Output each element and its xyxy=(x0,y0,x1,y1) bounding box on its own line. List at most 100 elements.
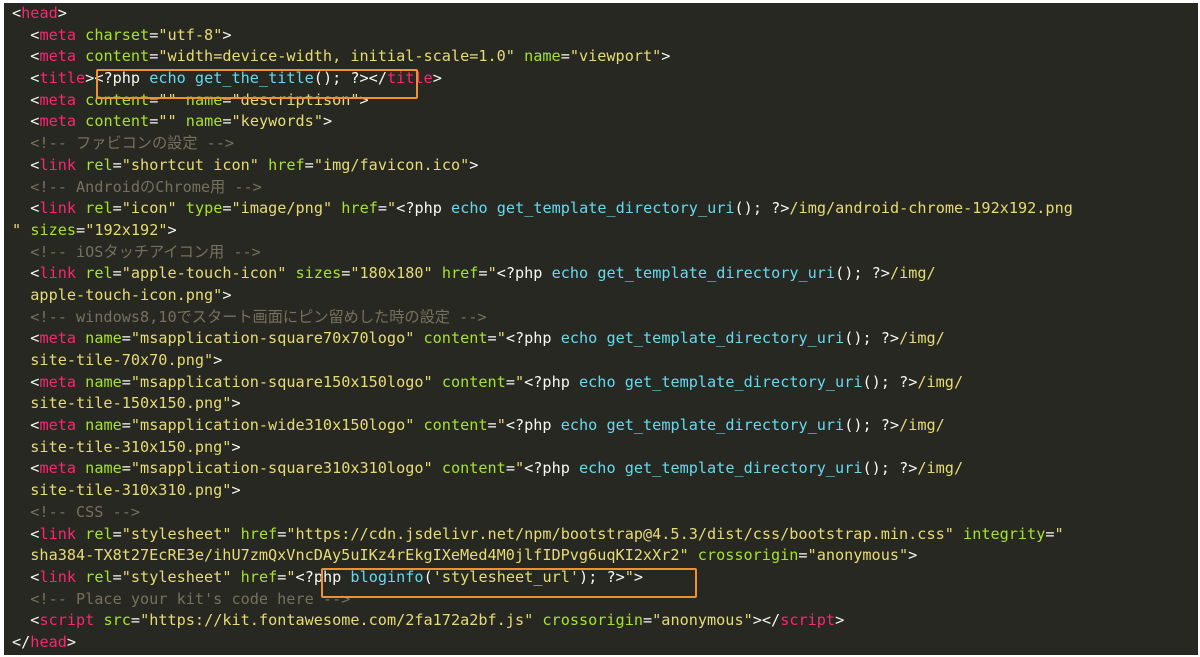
code-token: content xyxy=(423,416,488,435)
code-token: > xyxy=(213,351,223,369)
code-line[interactable]: " sizes="192x192"> xyxy=(12,220,1198,242)
code-token: content xyxy=(423,329,488,348)
code-line[interactable]: <meta content="width=device-width, initi… xyxy=(12,46,1198,68)
code-line[interactable]: <meta content="" name="keywords"> xyxy=(12,111,1198,133)
code-token: href xyxy=(240,567,278,586)
code-token: content xyxy=(441,459,506,478)
code-line[interactable]: site-tile-310x150.png"> xyxy=(12,437,1198,459)
code-token: rel xyxy=(85,199,113,218)
code-line[interactable]: <!-- windows8,10でスタート画面にピン留めした時の設定 --> xyxy=(12,307,1198,329)
code-token: href xyxy=(268,155,305,174)
code-token: <!-- AndroidのChrome用 --> xyxy=(12,177,262,196)
code-line[interactable]: <link rel="icon" type="image/png" href="… xyxy=(12,198,1198,220)
code-line[interactable]: </head> xyxy=(12,632,1198,654)
code-line[interactable]: <title><?php echo get_the_title(); ?></t… xyxy=(12,68,1198,90)
code-token: " xyxy=(487,264,497,283)
code-token: = xyxy=(149,25,159,44)
code-line[interactable]: <!-- CSS --> xyxy=(12,502,1198,524)
code-line[interactable]: sha384-TX8t27EcRE3e/ihU7zmQxVncDAy5uIKz4… xyxy=(12,545,1198,567)
code-line[interactable]: apple-touch-icon.png"> xyxy=(12,285,1198,307)
code-token: < xyxy=(12,69,40,88)
code-token: name xyxy=(524,47,561,66)
code-token: = xyxy=(222,199,232,218)
code-token: href xyxy=(341,199,378,218)
code-token: "https://kit.fontawesome.com/2fa172a2bf.… xyxy=(140,611,534,630)
code-token: > xyxy=(231,437,241,456)
code-line[interactable]: site-tile-70x70.png"> xyxy=(12,350,1198,372)
code-line[interactable]: <meta content="" name="descriptison"> xyxy=(12,90,1198,112)
code-lines[interactable]: <head> <meta charset="utf-8"> <meta cont… xyxy=(12,3,1198,654)
code-token: < xyxy=(12,611,40,630)
code-token: title xyxy=(386,69,433,88)
code-line[interactable]: <link rel="shortcut icon" href="img/favi… xyxy=(12,155,1198,177)
code-token: < xyxy=(12,155,40,174)
code-token: "width=device-width, initial-scale=1.0" xyxy=(158,47,515,66)
code-token: = xyxy=(1045,524,1055,543)
code-token: > xyxy=(66,632,77,651)
code-line[interactable]: <link rel="stylesheet" href="https://cdn… xyxy=(12,524,1198,546)
code-token: "keywords" xyxy=(231,112,323,131)
code-token: get_template_directory_uri xyxy=(597,264,836,283)
code-line[interactable]: <!-- iOSタッチアイコン用 --> xyxy=(12,242,1198,264)
code-token: ); ?> xyxy=(579,567,625,586)
code-token: "msapplication-square150x150logo" xyxy=(130,372,433,391)
code-line[interactable]: <script src="https://kit.fontawesome.com… xyxy=(12,610,1198,632)
code-line[interactable]: site-tile-150x150.png"> xyxy=(12,393,1198,415)
code-token: name xyxy=(85,459,122,478)
code-line[interactable]: <!-- Place your kit's code here --> xyxy=(12,589,1198,611)
code-token: "msapplication-square310x310logo" xyxy=(130,459,433,478)
code-token: </ xyxy=(368,69,387,88)
code-token: "icon" xyxy=(121,199,177,218)
code-token: link xyxy=(39,199,77,218)
code-token: site-tile-70x70.png" xyxy=(12,351,214,369)
code-token: > xyxy=(57,4,67,22)
code-line[interactable]: <link rel="apple-touch-icon" sizes="180x… xyxy=(12,263,1198,285)
code-line[interactable]: <link rel="stylesheet" href="<?php blogi… xyxy=(12,567,1198,589)
code-line[interactable]: <!-- AndroidのChrome用 --> xyxy=(12,177,1198,199)
code-line[interactable]: <!-- ファビコンの設定 --> xyxy=(12,133,1198,155)
code-token: = xyxy=(487,416,497,435)
code-token: > xyxy=(661,47,671,66)
code-token: <!-- ファビコンの設定 --> xyxy=(12,134,235,153)
code-line[interactable]: <head> xyxy=(12,3,1198,25)
code-token: = xyxy=(149,47,159,66)
code-token: get_template_directory_uri xyxy=(606,329,845,348)
code-token: < xyxy=(12,567,40,586)
code-token: " xyxy=(387,199,397,218)
code-token: = xyxy=(377,199,388,218)
code-token: rel xyxy=(85,524,113,543)
code-token: < xyxy=(12,25,40,44)
code-line[interactable]: <meta name="msapplication-square150x150l… xyxy=(12,372,1198,394)
code-token: echo xyxy=(579,459,616,478)
code-token: = xyxy=(130,611,141,630)
code-line[interactable]: <meta charset="utf-8"> xyxy=(12,25,1198,47)
code-token: "anonymous" xyxy=(807,546,909,565)
code-token: "viewport" xyxy=(569,47,662,66)
code-editor[interactable]: <head> <meta charset="utf-8"> <meta cont… xyxy=(4,3,1198,655)
code-token: content xyxy=(441,372,506,391)
code-token: = xyxy=(798,546,808,565)
code-line[interactable]: <meta name="msapplication-square310x310l… xyxy=(12,458,1198,480)
code-token: meta xyxy=(39,372,77,391)
code-line[interactable]: <meta name="msapplication-square70x70log… xyxy=(12,328,1198,350)
code-token: /img/ xyxy=(917,372,964,391)
code-line[interactable]: site-tile-310x310.png"> xyxy=(12,480,1198,502)
code-token: script xyxy=(39,611,95,630)
code-token: "apple-touch-icon" xyxy=(121,264,287,283)
code-token: crossorigin xyxy=(542,611,643,630)
code-token: <?php xyxy=(295,567,351,586)
code-line[interactable]: <meta name="msapplication-wide310x150log… xyxy=(12,415,1198,437)
code-token: < xyxy=(12,199,40,218)
code-token: content xyxy=(85,112,150,131)
code-token: = xyxy=(478,264,488,283)
